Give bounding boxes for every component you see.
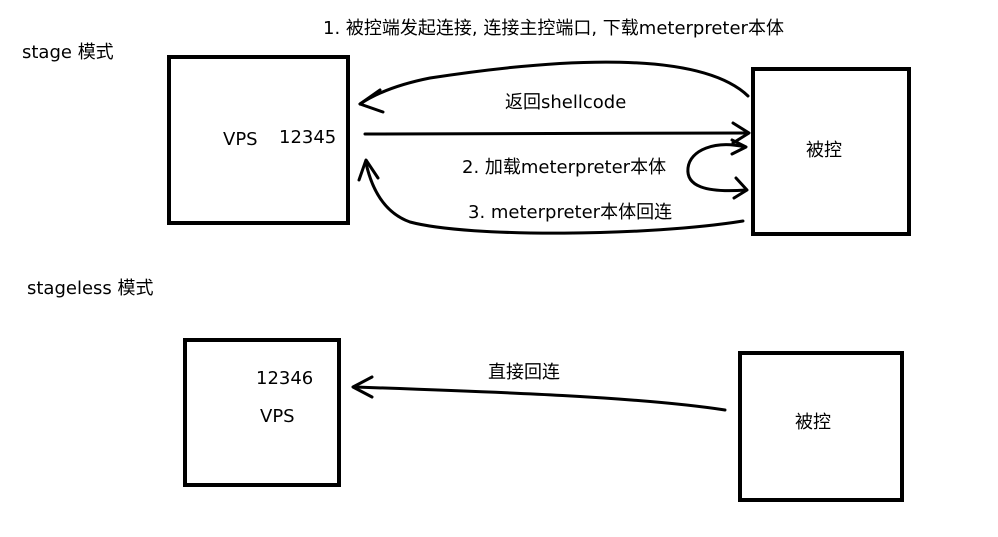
arrows-layer [351,60,751,412]
arrow-vps-to-target [363,131,750,136]
arrow-direct-connect [353,385,727,412]
arrow-callback [364,161,745,235]
arrowhead-load-bottom [732,176,749,200]
arrow-return-shellcode [358,60,750,106]
